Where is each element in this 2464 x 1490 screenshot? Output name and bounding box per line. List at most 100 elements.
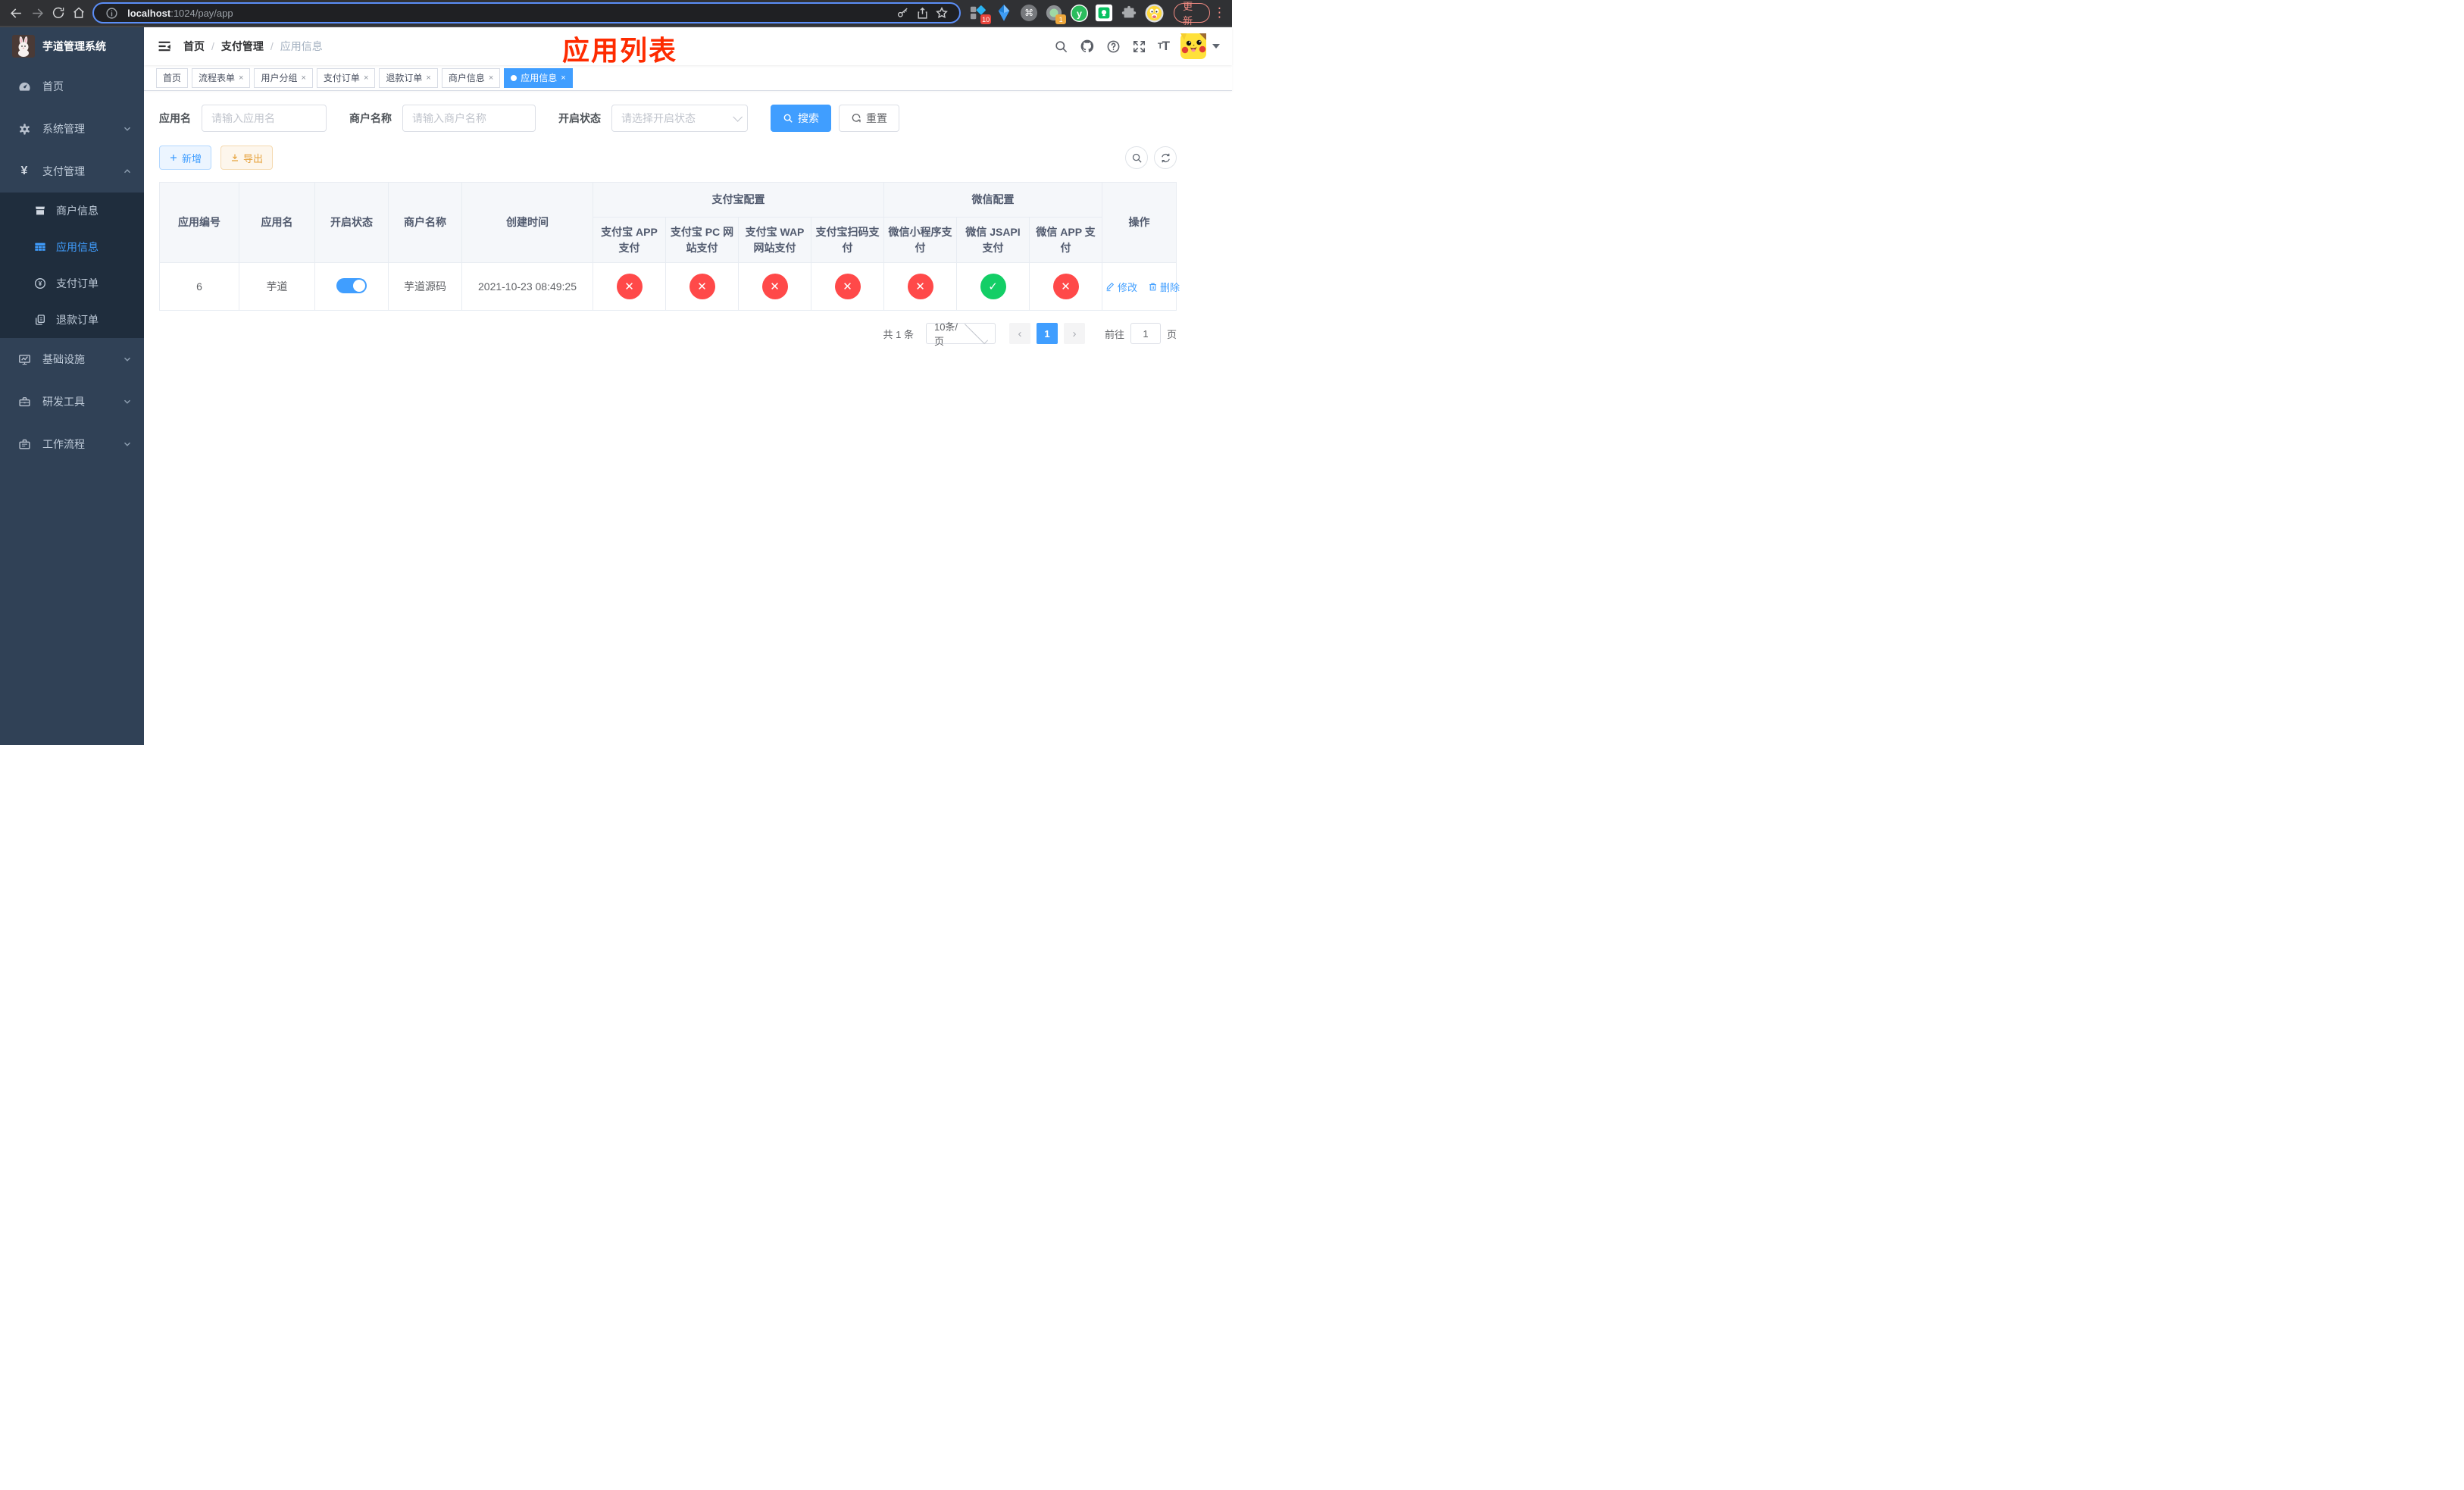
tag-merchant-info[interactable]: 商户信息 × — [441, 67, 501, 88]
prev-page-button[interactable]: ‹ — [1008, 323, 1030, 344]
breadcrumb: 首页 / 支付管理 / 应用信息 — [183, 39, 323, 54]
search-button[interactable]: 搜索 — [771, 105, 831, 132]
add-button[interactable]: 新增 — [159, 146, 212, 170]
github-icon[interactable] — [1080, 39, 1095, 54]
extension-command-icon[interactable]: ⌘ — [1018, 2, 1040, 24]
toggle-search-button[interactable] — [1125, 146, 1148, 169]
tags-view-bar: 首页 流程表单 × 用户分组 × 支付订单 × 退款订单 × 商户信息 × 应用信息 × — [144, 65, 1232, 91]
font-size-icon[interactable]: TT — [1158, 39, 1170, 54]
navbar-actions: TT — [1054, 33, 1220, 59]
breadcrumb-payment[interactable]: 支付管理 — [221, 39, 264, 54]
browser-forward-button[interactable] — [27, 2, 48, 24]
sidebar: 芋道管理系统 首页 系统管理 ¥ 支付管理 商户信息 应用信息 ¥ 支付订单 退… — [0, 27, 144, 745]
col-operations: 操作 — [1102, 182, 1177, 263]
close-icon[interactable]: × — [561, 74, 565, 83]
sidebar-item-app-info[interactable]: 应用信息 — [0, 229, 144, 265]
url-path: :1024/pay/app — [170, 7, 233, 19]
col-merchant: 商户名称 — [388, 182, 462, 263]
extension-yuque-icon[interactable]: y — [1068, 2, 1090, 24]
merchant-name-input[interactable] — [402, 105, 536, 132]
close-icon[interactable]: × — [364, 74, 368, 83]
close-icon[interactable]: × — [489, 74, 493, 83]
share-icon[interactable] — [912, 3, 932, 23]
sidebar-item-payment[interactable]: ¥ 支付管理 — [0, 150, 144, 193]
close-icon[interactable]: × — [239, 74, 243, 83]
extension-wechat-devtool-icon[interactable] — [1093, 2, 1115, 24]
extension-downloader-icon[interactable]: 10 — [968, 2, 992, 24]
search-button-label: 搜索 — [798, 112, 819, 124]
extension-pin-icon[interactable] — [993, 2, 1015, 24]
refresh-icon — [852, 114, 861, 123]
sidebar-logo[interactable]: 芋道管理系统 — [0, 27, 144, 65]
cell-wechat-app: ✕ — [1028, 262, 1103, 311]
tag-user-group[interactable]: 用户分组 × — [254, 67, 313, 88]
col-wechat-app: 微信 APP 支付 — [1028, 217, 1103, 263]
col-wechat-jsapi: 微信 JSAPI 支付 — [956, 217, 1030, 263]
sidebar-collapse-icon[interactable] — [156, 38, 173, 55]
filter-merchant-name: 商户名称 — [349, 105, 536, 132]
close-icon[interactable]: × — [426, 74, 430, 83]
tag-label: 支付订单 — [323, 73, 360, 83]
sidebar-item-system[interactable]: 系统管理 — [0, 108, 144, 150]
next-page-button[interactable]: › — [1063, 323, 1085, 344]
address-bar[interactable]: localhost:1024/pay/app — [92, 2, 962, 23]
export-button[interactable]: 导出 — [220, 146, 274, 170]
current-page[interactable]: 1 — [1036, 323, 1058, 344]
sidebar-item-infrastructure[interactable]: 基础设施 — [0, 338, 144, 380]
browser-update-button[interactable]: 更新 — [1174, 1, 1210, 27]
page-content: 应用名 商户名称 开启状态 请选择开启状态 — [144, 91, 1232, 745]
goto-page-input[interactable] — [1130, 323, 1161, 344]
sidebar-item-label: 工作流程 — [42, 438, 85, 450]
page-size-select[interactable]: 10条/页 — [925, 320, 996, 347]
table-row: 6 芋道 芋道源码 2021-10-23 08:49:25 ✕ ✕ ✕ ✕ ✕ … — [159, 262, 1180, 311]
extensions-puzzle-icon[interactable] — [1118, 2, 1140, 24]
plus-icon — [170, 155, 177, 161]
search-icon — [1132, 153, 1142, 163]
close-icon[interactable]: × — [301, 74, 305, 83]
browser-home-button[interactable] — [69, 2, 90, 24]
delete-link[interactable]: 删除 — [1148, 280, 1180, 294]
edit-link[interactable]: 修改 — [1105, 280, 1137, 294]
browser-reload-button[interactable] — [48, 2, 69, 24]
tag-process-form[interactable]: 流程表单 × — [192, 67, 251, 88]
refresh-button[interactable] — [1154, 146, 1177, 169]
chevron-down-icon — [123, 440, 132, 449]
tag-label: 用户分组 — [261, 73, 298, 83]
search-icon[interactable] — [1054, 39, 1068, 54]
avatar — [1180, 33, 1206, 59]
status-select[interactable]: 请选择开启状态 — [611, 105, 748, 132]
profile-emoji-avatar[interactable] — [1143, 2, 1165, 24]
site-info-icon[interactable] — [102, 3, 121, 23]
fullscreen-icon[interactable] — [1132, 39, 1146, 54]
bookmark-star-icon[interactable] — [932, 3, 952, 23]
status-toggle[interactable] — [336, 277, 367, 293]
password-key-icon[interactable] — [893, 3, 912, 23]
sidebar-item-merchant-info[interactable]: 商户信息 — [0, 193, 144, 229]
delete-label: 删除 — [1159, 281, 1180, 293]
tag-home[interactable]: 首页 — [156, 67, 189, 88]
sidebar-item-pay-order[interactable]: ¥ 支付订单 — [0, 265, 144, 302]
app-name-input[interactable] — [202, 105, 327, 132]
user-menu[interactable] — [1180, 33, 1220, 59]
sidebar-item-refund-order[interactable]: 退款订单 — [0, 302, 144, 338]
app-shell: 芋道管理系统 首页 系统管理 ¥ 支付管理 商户信息 应用信息 ¥ 支付订单 退… — [0, 27, 1232, 745]
tag-app-info-active[interactable]: 应用信息 × — [504, 67, 573, 88]
sidebar-item-label: 基础设施 — [42, 353, 85, 365]
tag-pay-order[interactable]: 支付订单 × — [316, 67, 376, 88]
sidebar-item-home[interactable]: 首页 — [0, 65, 144, 108]
extension-recorder-icon[interactable]: 1 — [1043, 2, 1067, 24]
status-badge: ✕ — [689, 274, 715, 299]
browser-back-button[interactable] — [6, 2, 27, 24]
command-glyph: ⌘ — [1021, 5, 1038, 21]
sidebar-item-dev-tools[interactable]: 研发工具 — [0, 380, 144, 423]
reset-button[interactable]: 重置 — [839, 105, 899, 132]
help-icon[interactable] — [1106, 39, 1121, 54]
status-select-placeholder: 请选择开启状态 — [621, 112, 696, 124]
tag-refund-order[interactable]: 退款订单 × — [379, 67, 438, 88]
refresh-icon — [1161, 153, 1170, 162]
logo-bunny-image — [12, 35, 35, 58]
breadcrumb-home[interactable]: 首页 — [183, 39, 205, 54]
sidebar-item-workflow[interactable]: 工作流程 — [0, 423, 144, 465]
col-app-name: 应用名 — [239, 182, 315, 263]
browser-menu-icon[interactable]: ⋮ — [1213, 5, 1226, 20]
